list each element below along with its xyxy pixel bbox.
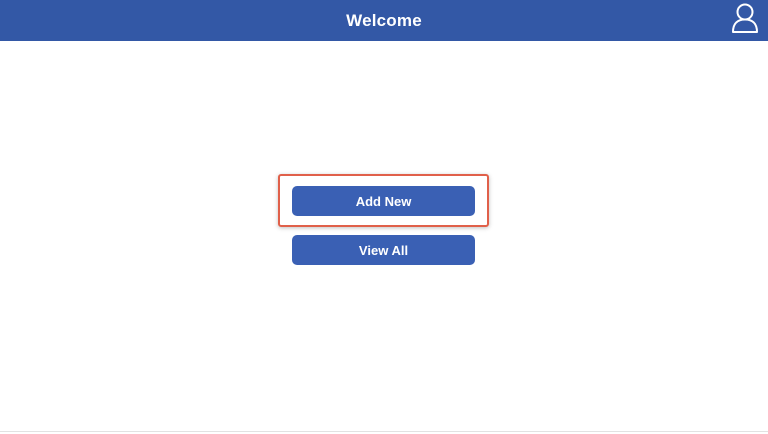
view-all-button[interactable]: View All (292, 235, 475, 265)
user-profile-button[interactable] (730, 3, 760, 37)
header-bar: Welcome (0, 0, 768, 41)
bottom-divider (0, 431, 768, 432)
add-new-button[interactable]: Add New (292, 186, 475, 216)
app-screen: Welcome Add New View All (0, 0, 768, 434)
page-title: Welcome (346, 10, 422, 30)
user-icon (731, 2, 759, 39)
